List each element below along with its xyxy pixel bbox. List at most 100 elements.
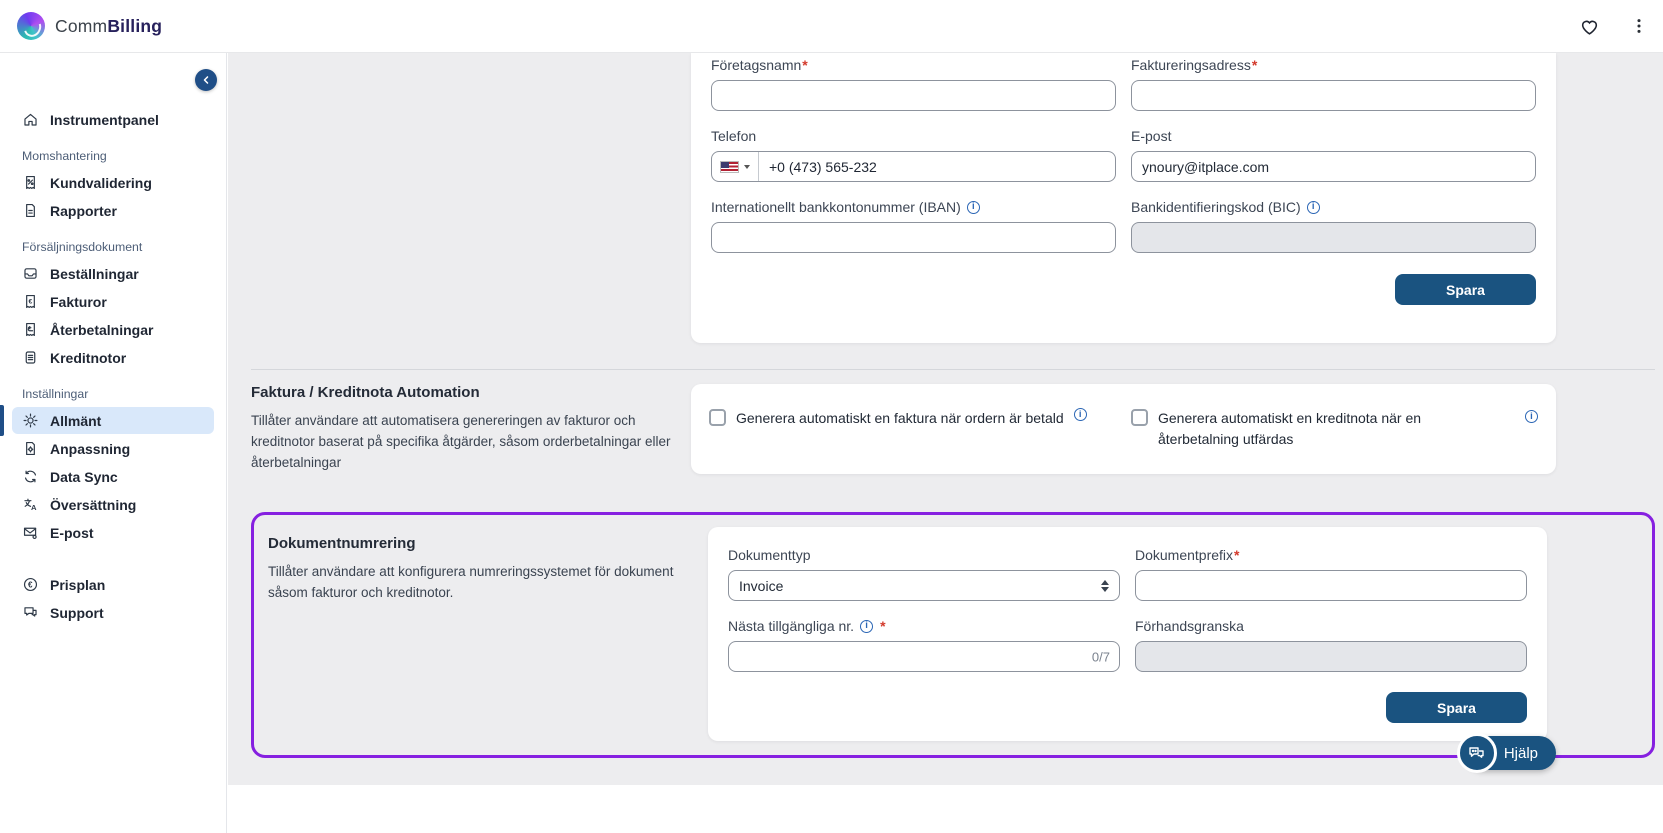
customize-icon [26,441,35,456]
next-number-info-icon[interactable] [860,619,874,633]
phone-value: +0 (473) 565-232 [769,158,877,175]
automation-card: Generera automatiskt en faktura när orde… [691,384,1556,474]
app-header: CommBilling [0,0,1663,53]
svg-text:€: € [28,580,33,589]
sidebar-item-rapporter[interactable]: Rapporter [12,197,214,224]
sidebar-item-instrumentpanel[interactable]: Instrumentpanel [12,106,214,133]
document-prefix-label: Dokumentprefix [1135,547,1240,563]
sidebar-item-oversattning[interactable]: A Översättning [12,491,214,518]
company-name-label: Företagsnamn [711,57,808,73]
sidebar-item-kundvalidering[interactable]: Kundvalidering [12,169,214,196]
company-save-button[interactable]: Spara [1395,274,1536,305]
sidebar-item-label: E-post [50,524,94,541]
phone-input[interactable]: +0 (473) 565-232 [711,151,1116,182]
gear-icon [23,413,38,428]
home-icon [24,113,37,126]
sidebar-item-label: Rapporter [50,202,117,219]
euro-circle-icon: € [23,577,38,592]
sidebar-item-data-sync[interactable]: Data Sync [12,463,214,490]
mail-icon [23,527,37,540]
numbering-save-button[interactable]: Spara [1386,692,1527,723]
sidebar-item-label: Kreditnotor [50,349,127,366]
numbering-title: Dokumentnumrering [268,535,416,552]
preview-label: Förhandsgranska [1135,618,1244,634]
sidebar-item-bestallningar[interactable]: Beställningar [12,260,214,287]
auto-invoice-info-icon[interactable] [1073,408,1087,421]
billing-address-input[interactable] [1131,80,1536,111]
help-button[interactable]: Hjälp [1456,733,1556,773]
document-type-label: Dokumenttyp [728,547,811,563]
sidebar-item-anpassning[interactable]: Anpassning [12,435,214,462]
numbering-highlight: Dokumentnumrering Tillåter användare att… [251,512,1655,758]
brand: CommBilling [0,12,162,40]
bic-label: Bankidentifieringskod (BIC) [1131,199,1301,215]
sidebar-item-label: Kundvalidering [50,174,152,191]
translate-icon: A [24,498,37,512]
sidebar: Instrumentpanel Momshantering Kundvalide… [0,53,227,833]
auto-credit-info-icon[interactable] [1525,410,1538,423]
sidebar-item-e-post[interactable]: E-post [12,519,214,546]
sidebar-group-installningar: Inställningar [22,387,89,401]
sidebar-item-label: Anpassning [50,440,131,457]
credit-note-icon [25,351,36,364]
sidebar-nav: Instrumentpanel Momshantering Kundvalide… [0,53,226,626]
char-counter: 0/7 [1091,649,1110,664]
country-code-selector[interactable] [712,152,759,181]
sidebar-group-forsaljningsdokument: Försäljningsdokument [22,240,143,254]
chevron-left-icon [203,76,209,84]
document-type-value: Invoice [739,577,784,594]
automation-section: Faktura / Kreditnota Automation Tillåter… [251,384,1655,474]
report-icon [26,203,35,218]
bic-info-icon[interactable] [1306,200,1320,214]
billing-address-label: Faktureringsadress [1131,57,1257,73]
sidebar-group-momshantering: Momshantering [22,149,107,163]
document-prefix-input[interactable] [1135,570,1527,601]
sidebar-collapse-button[interactable] [195,69,217,91]
sidebar-item-allmant[interactable]: Allmänt [0,405,214,436]
sidebar-item-support[interactable]: Support [12,599,214,626]
automation-title: Faktura / Kreditnota Automation [251,384,480,401]
section-divider [251,369,1655,370]
preview-input [1135,641,1527,672]
sidebar-item-aterbetalningar[interactable]: Återbetalningar [12,316,214,343]
iban-input[interactable] [711,222,1116,253]
favorites-button[interactable] [1577,14,1601,38]
numbering-description: Tillåter användare att konfigurera numre… [268,564,674,600]
company-name-input[interactable] [711,80,1116,111]
sidebar-item-label: Fakturor [50,293,107,310]
next-number-input[interactable] [728,641,1120,672]
auto-credit-checkbox[interactable] [1131,409,1148,426]
brand-name: CommBilling [55,16,162,37]
inbox-icon [24,268,37,279]
sidebar-item-kreditnotor[interactable]: Kreditnotor [12,344,214,371]
sidebar-item-label: Beställningar [50,265,139,282]
caret-down-icon [744,164,750,169]
brand-prefix: Comm [55,15,108,36]
auto-invoice-label: Generera automatiskt en faktura när orde… [736,410,1064,426]
support-chat-icon [24,607,37,617]
us-flag-icon [720,160,739,173]
numbering-section: Dokumentnumrering Tillåter användare att… [268,527,1646,741]
sidebar-item-prisplan[interactable]: € Prisplan [12,571,214,598]
invoice-icon: € [26,294,35,309]
email-input[interactable] [1131,151,1536,182]
document-type-select[interactable]: Invoice [728,570,1120,601]
sidebar-item-fakturor[interactable]: € Fakturor [12,288,214,315]
brand-suffix: Billing [107,15,163,36]
sidebar-item-label: Support [50,604,104,621]
sidebar-item-label: Översättning [50,496,137,513]
refund-icon [26,322,35,337]
iban-label: Internationellt bankkontonummer (IBAN) [711,199,961,215]
company-section-left [251,53,691,343]
main-content: Företagsnamn Faktureringsadress Telefon [228,53,1663,785]
company-section: Företagsnamn Faktureringsadress Telefon [251,53,1655,343]
chat-bubbles-icon [1456,733,1497,773]
more-menu-button[interactable] [1627,14,1651,38]
auto-invoice-checkbox[interactable] [709,409,726,426]
company-form-card: Företagsnamn Faktureringsadress Telefon [691,53,1556,343]
updown-icon [1101,579,1109,592]
sync-icon [24,470,37,483]
brand-logo-icon [17,12,45,40]
numbering-card: Dokumenttyp Invoice Dokumentprefix * Näs… [708,527,1547,741]
iban-info-icon[interactable] [966,200,980,214]
